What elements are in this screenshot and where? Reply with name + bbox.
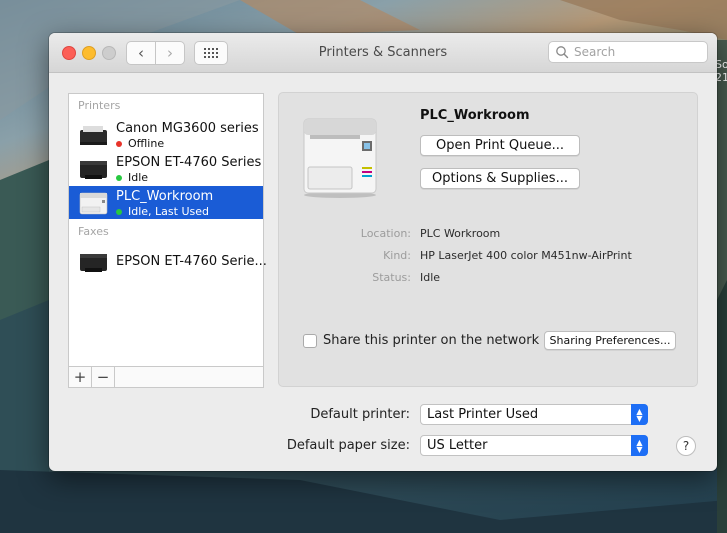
help-button[interactable]: ? (676, 436, 696, 456)
remove-printer-button[interactable]: − (92, 367, 115, 387)
add-printer-button[interactable]: + (69, 367, 92, 387)
updown-arrows-icon: ▲ ▼ (631, 404, 648, 425)
list-controls: + − (68, 367, 264, 388)
printer-item-epson[interactable]: EPSON ET-4760 Series Idle (69, 152, 263, 185)
share-printer-row[interactable]: Share this printer on the network (303, 333, 539, 348)
kind-value: HP LaserJet 400 color M451nw-AirPrint (420, 249, 632, 262)
printer-status-text: Offline (128, 137, 165, 150)
default-printer-label: Default printer: (310, 407, 410, 422)
printers-scanners-window: ‹ › Printers & Scanners Printers (49, 33, 717, 471)
printer-name: PLC_Workroom (116, 189, 214, 204)
status-label: Status: (372, 271, 411, 284)
printer-list: Printers Canon MG3600 series Offline EPS… (68, 93, 267, 367)
updown-arrows-icon: ▲ ▼ (631, 435, 648, 456)
default-paper-size-popup[interactable]: US Letter ▲ ▼ (420, 435, 648, 456)
kind-label: Kind: (383, 249, 411, 262)
printer-status-text: Idle, Last Used (128, 205, 209, 218)
printer-name: EPSON ET-4760 Series (116, 155, 262, 170)
printer-status-text: Idle (128, 171, 149, 184)
laser-printer-image (303, 118, 377, 198)
inkjet-printer-icon (80, 126, 107, 145)
printer-item-plc-workroom[interactable]: PLC_Workroom Idle, Last Used (69, 186, 263, 219)
inkjet-printer-icon (80, 161, 107, 179)
fax-name: EPSON ET-4760 Serie... (116, 254, 267, 269)
printers-section-header: Printers (78, 99, 121, 112)
printer-status: Offline (116, 137, 164, 150)
printer-status: Idle, Last Used (116, 205, 209, 218)
search-icon (556, 46, 569, 59)
printer-item-canon[interactable]: Canon MG3600 series Offline (69, 118, 263, 151)
status-value: Idle (420, 271, 441, 284)
idle-status-dot-icon (116, 208, 122, 215)
printer-status: Idle (116, 171, 148, 184)
idle-status-dot-icon (116, 174, 122, 181)
location-value: PLC Workroom (420, 227, 501, 240)
fax-item-epson[interactable]: EPSON ET-4760 Serie... (69, 245, 267, 278)
printer-detail-panel: PLC_Workroom Open Print Queue... Options… (278, 92, 698, 387)
faxes-section-header: Faxes (78, 225, 109, 238)
printer-name: Canon MG3600 series (116, 121, 259, 136)
share-printer-label: Share this printer on the network (323, 333, 540, 348)
default-printer-value: Last Printer Used (427, 407, 539, 422)
open-print-queue-button[interactable]: Open Print Queue... (420, 135, 580, 156)
default-paper-size-label: Default paper size: (286, 438, 410, 453)
options-supplies-button[interactable]: Options & Supplies... (420, 168, 580, 189)
selected-printer-name: PLC_Workroom (420, 108, 530, 123)
titlebar: ‹ › Printers & Scanners (49, 33, 717, 73)
default-paper-size-value: US Letter (427, 438, 488, 453)
search-field[interactable] (548, 41, 708, 63)
default-printer-popup[interactable]: Last Printer Used ▲ ▼ (420, 404, 648, 425)
offline-status-dot-icon (116, 140, 122, 147)
search-input[interactable] (572, 44, 706, 60)
sharing-preferences-button[interactable]: Sharing Preferences... (544, 331, 676, 350)
laser-printer-icon (79, 192, 108, 215)
share-printer-checkbox[interactable] (303, 333, 317, 348)
location-label: Location: (360, 227, 411, 240)
inkjet-printer-icon (80, 254, 107, 272)
